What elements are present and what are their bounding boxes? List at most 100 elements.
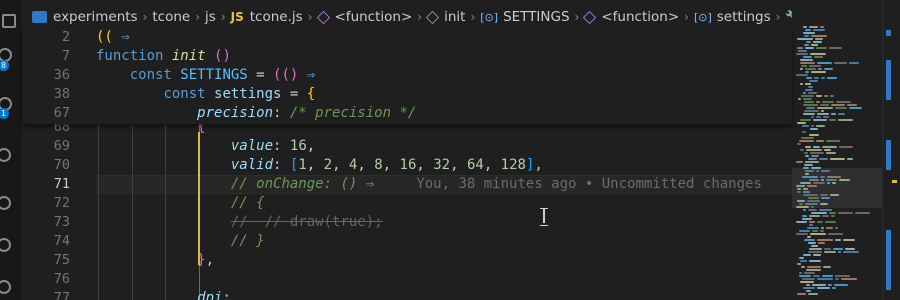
code-text: valid: [1, 2, 4, 8, 16, 32, 64, 128], bbox=[231, 156, 543, 175]
code-token: , bbox=[306, 157, 324, 173]
minimap-line bbox=[813, 146, 820, 148]
line-number: 38 bbox=[53, 86, 70, 102]
accounts-icon[interactable] bbox=[0, 280, 11, 294]
code-token: = bbox=[247, 67, 274, 83]
breadcrumb-item[interactable]: tcone bbox=[152, 9, 190, 25]
minimap-line bbox=[824, 251, 836, 253]
code-line[interactable]: 69 value: 16, bbox=[22, 137, 792, 156]
chevron-right-icon: › bbox=[195, 10, 201, 24]
minimap-line bbox=[813, 254, 821, 256]
minimap-viewport-slider[interactable] bbox=[792, 168, 882, 208]
breadcrumb-item[interactable]: 🔧precision bbox=[785, 9, 792, 25]
minimap-line bbox=[826, 227, 833, 229]
scrollbar-change-marker bbox=[886, 140, 891, 170]
chevron-right-icon: › bbox=[684, 10, 689, 24]
minimap-line bbox=[801, 95, 814, 97]
code-text: }, bbox=[197, 251, 214, 270]
minimap-line bbox=[824, 95, 828, 97]
code-token: , bbox=[483, 157, 501, 173]
minimap-line bbox=[828, 284, 832, 286]
code-line[interactable]: 70 valid: [1, 2, 4, 8, 16, 32, 64, 128], bbox=[22, 156, 792, 175]
line-number: 71 bbox=[53, 176, 70, 192]
code-token: : bbox=[273, 138, 290, 154]
code-token: } bbox=[197, 252, 206, 268]
breadcrumb-item[interactable]: JS tcone.js bbox=[231, 9, 303, 25]
scrollbar-change-marker bbox=[886, 60, 891, 100]
minimap-line bbox=[835, 275, 850, 277]
vertical-scrollbar[interactable] bbox=[882, 0, 900, 300]
sticky-line[interactable]: 67 precision: /* precision */ bbox=[22, 104, 792, 123]
code-line[interactable]: 76 bbox=[22, 270, 792, 289]
sticky-line[interactable]: 38 const settings = { bbox=[22, 85, 792, 104]
breadcrumb-label: <function> bbox=[601, 9, 680, 25]
breadcrumb-item[interactable]: init bbox=[425, 9, 465, 25]
minimap-line bbox=[816, 116, 821, 118]
minimap-line bbox=[834, 284, 848, 286]
minimap-line bbox=[803, 26, 807, 28]
minimap-line bbox=[805, 29, 811, 31]
minimap-line bbox=[835, 239, 841, 241]
code-token: const bbox=[129, 67, 181, 83]
code-token: { bbox=[197, 124, 206, 135]
minimap-line bbox=[804, 35, 809, 37]
code-line[interactable]: 74 // } bbox=[22, 232, 792, 251]
minimap-line bbox=[799, 272, 802, 274]
code-token: , bbox=[382, 157, 400, 173]
line-number: 76 bbox=[53, 271, 70, 287]
code-line[interactable]: 75}, bbox=[22, 251, 792, 270]
minimap-line bbox=[808, 86, 813, 88]
breadcrumb-label: js bbox=[205, 9, 216, 25]
minimap-line bbox=[816, 125, 825, 127]
testing-icon[interactable] bbox=[0, 238, 11, 252]
remote-icon[interactable] bbox=[0, 196, 11, 210]
code-line[interactable]: 71 // onChange: () ⇒ You, 38 minutes ago … bbox=[22, 175, 792, 194]
minimap-line bbox=[819, 209, 832, 211]
sticky-line[interactable]: 2 (( ⇒ bbox=[22, 28, 792, 47]
code-line[interactable]: 68 { bbox=[22, 124, 792, 137]
breadcrumb-item[interactable]: js bbox=[205, 9, 216, 25]
code-token: dpi bbox=[197, 290, 223, 300]
minimap-line bbox=[810, 128, 818, 130]
sticky-line[interactable]: 7 function init () bbox=[22, 47, 792, 66]
minimap-line bbox=[803, 254, 811, 256]
code-line[interactable]: 72 // { bbox=[22, 194, 792, 213]
code-text: // } bbox=[231, 232, 265, 251]
breadcrumb-item[interactable]: [⊙] SETTINGS bbox=[480, 9, 569, 25]
minimap[interactable] bbox=[792, 0, 882, 300]
minimap-line bbox=[809, 221, 815, 223]
sticky-line[interactable]: 36 const SETTINGS = (() ⇒ bbox=[22, 66, 792, 85]
minimap-line bbox=[809, 134, 819, 136]
breadcrumb-item[interactable]: experiments bbox=[32, 9, 138, 25]
breadcrumb-item[interactable]: <function> bbox=[316, 9, 412, 25]
code-editor[interactable]: 68{69 value: 16, 70 valid: [1, 2, 4, 8, 16,… bbox=[22, 124, 792, 300]
code-text: const settings = { bbox=[163, 85, 315, 104]
minimap-line bbox=[816, 95, 822, 97]
minimap-line bbox=[807, 236, 811, 238]
breadcrumb-item[interactable]: <function> bbox=[583, 9, 680, 25]
minimap-line bbox=[803, 56, 812, 58]
minimap-line bbox=[833, 248, 843, 250]
minimap-line bbox=[838, 119, 853, 121]
minimap-line bbox=[815, 38, 823, 40]
activity-bar: 8 1 bbox=[0, 0, 22, 300]
minimap-line bbox=[800, 281, 814, 283]
code-text: { bbox=[197, 124, 205, 137]
code-text: // onChange: () ⇒ You, 38 minutes ago • … bbox=[231, 175, 762, 194]
variable-icon: [⊙] bbox=[693, 10, 712, 24]
extensions-badge: 1 bbox=[0, 108, 9, 119]
minimap-line bbox=[816, 101, 820, 103]
explorer-icon[interactable] bbox=[2, 14, 16, 28]
minimap-line bbox=[811, 116, 814, 118]
code-line[interactable]: 77 dpi: bbox=[22, 289, 792, 300]
js-file-icon: JS bbox=[230, 10, 244, 24]
minimap-line bbox=[826, 152, 836, 154]
minimap-line bbox=[804, 152, 808, 154]
minimap-line bbox=[823, 266, 831, 268]
minimap-line bbox=[849, 107, 862, 109]
extensions-icon[interactable] bbox=[0, 148, 11, 162]
code-line[interactable]: 73 // // draw(true); bbox=[22, 213, 792, 232]
breadcrumb-label: settings bbox=[716, 9, 771, 25]
minimap-line bbox=[808, 158, 817, 160]
breadcrumb-item[interactable]: [⊙] settings bbox=[694, 9, 771, 25]
